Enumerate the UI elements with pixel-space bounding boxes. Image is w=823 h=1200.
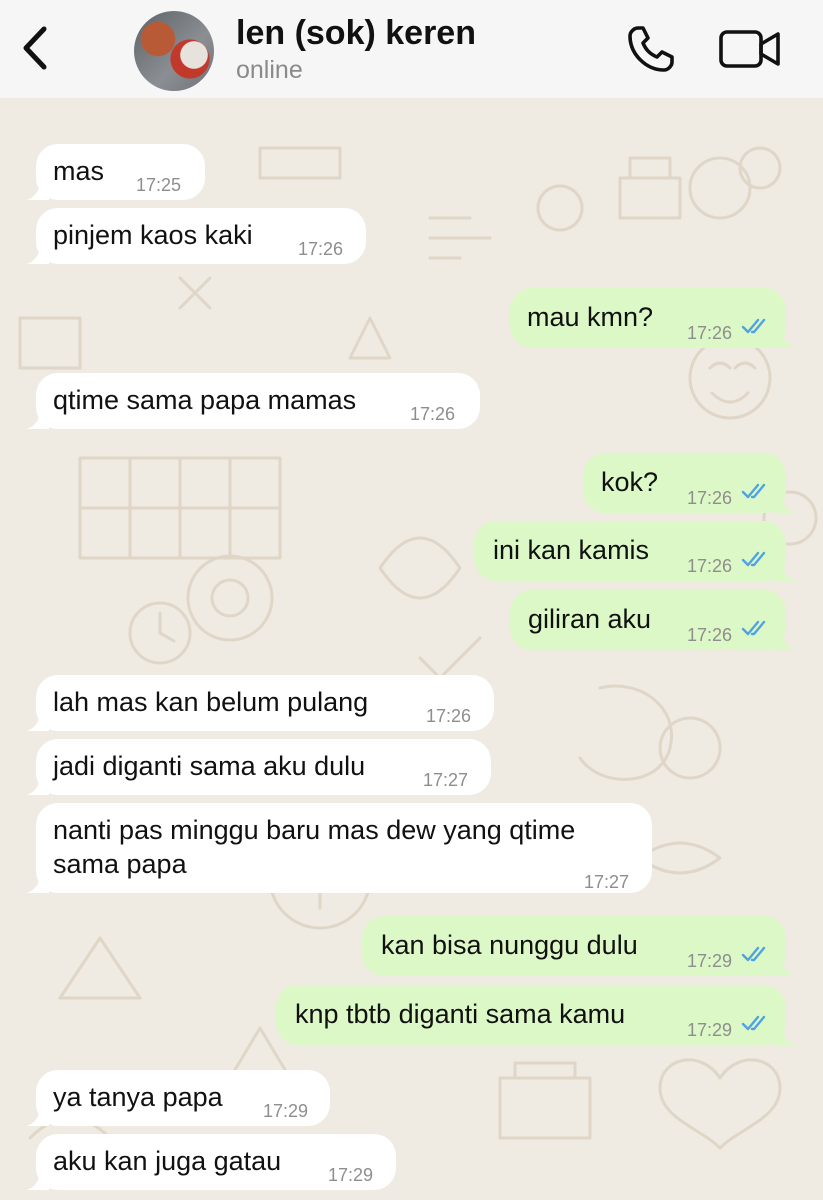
bubble-tail — [27, 1168, 49, 1190]
outgoing-message[interactable]: mau kmn? 17:26 — [510, 288, 795, 348]
chat-header: len (sok) keren online — [0, 0, 823, 98]
bubble-tail — [773, 628, 795, 650]
incoming-message[interactable]: mas 17:25 — [27, 144, 205, 200]
outgoing-message[interactable]: giliran aku 17:26 — [510, 590, 795, 650]
bubble-tail — [27, 1104, 49, 1126]
bubble-tail — [27, 407, 49, 429]
message-text: knp tbtb diganti sama kamu — [295, 999, 626, 1029]
contact-name[interactable]: len (sok) keren — [236, 14, 476, 53]
bubble-tail — [773, 559, 795, 581]
contact-status: online — [236, 56, 303, 84]
message-text: mas — [53, 156, 105, 186]
incoming-message[interactable]: lah mas kan belum pulang 17:26 — [27, 675, 494, 731]
read-receipt-icon — [741, 620, 766, 636]
read-receipt-icon — [741, 551, 766, 567]
read-receipt-icon — [741, 946, 766, 962]
message-time: 17:26 — [687, 488, 733, 508]
message-text: mau kmn? — [527, 302, 654, 332]
message-text: qtime sama papa mamas — [53, 385, 357, 415]
message-time: 17:26 — [298, 239, 344, 259]
message-time: 17:27 — [584, 872, 630, 892]
bubble-tail — [773, 326, 795, 348]
message-text: nanti pas minggu baru mas dew yang qtime… — [53, 815, 576, 879]
message-text: giliran aku — [528, 604, 652, 634]
message-text: pinjem kaos kaki — [53, 220, 253, 250]
message-text: jadi diganti sama aku dulu — [53, 751, 366, 781]
bubble-tail — [773, 1023, 795, 1045]
read-receipt-icon — [741, 318, 766, 334]
incoming-message[interactable]: jadi diganti sama aku dulu 17:27 — [27, 739, 491, 795]
message-time: 17:26 — [687, 323, 733, 343]
message-time: 17:26 — [687, 625, 733, 645]
message-time: 17:29 — [687, 1020, 733, 1040]
chat-area[interactable]: mas 17:25 pinjem kaos kaki 17:26 mau kmn… — [0, 98, 823, 1200]
read-receipt-icon — [741, 1015, 766, 1031]
video-camera-icon — [719, 30, 780, 68]
message-time: 17:29 — [687, 951, 733, 971]
message-text: aku kan juga gatau — [53, 1146, 282, 1176]
message-time: 17:26 — [426, 706, 472, 726]
message-time: 17:29 — [263, 1101, 309, 1121]
message-time: 17:27 — [423, 770, 469, 790]
back-button[interactable] — [10, 18, 60, 78]
bubble-tail — [27, 178, 49, 200]
incoming-message[interactable]: aku kan juga gatau 17:29 — [27, 1134, 396, 1190]
message-time: 17:25 — [136, 175, 182, 195]
incoming-message[interactable]: nanti pas minggu baru mas dew yang qtime… — [27, 803, 652, 893]
bubble-tail — [27, 242, 49, 264]
incoming-message[interactable]: ya tanya papa 17:29 — [27, 1070, 330, 1126]
message-time: 17:26 — [687, 556, 733, 576]
chevron-left-icon — [23, 26, 47, 70]
message-text: lah mas kan belum pulang — [53, 687, 369, 717]
message-text: kok? — [601, 467, 659, 497]
video-call-button[interactable] — [718, 24, 782, 74]
bubble-tail — [773, 491, 795, 513]
contact-avatar[interactable] — [134, 11, 214, 91]
incoming-message[interactable]: qtime sama papa mamas 17:26 — [27, 373, 480, 429]
message-text: ini kan kamis — [493, 535, 650, 565]
outgoing-message[interactable]: kan bisa nunggu dulu 17:29 — [362, 916, 795, 976]
outgoing-message[interactable]: ini kan kamis 17:26 — [474, 521, 795, 581]
message-time: 17:29 — [328, 1165, 374, 1185]
outgoing-message[interactable]: knp tbtb diganti sama kamu 17:29 — [276, 985, 795, 1045]
read-receipt-icon — [741, 483, 766, 499]
phone-icon — [628, 26, 674, 72]
message-text: ya tanya papa — [53, 1082, 223, 1112]
message-text: kan bisa nunggu dulu — [381, 930, 638, 960]
bubble-tail — [27, 871, 49, 893]
voice-call-button[interactable] — [624, 22, 678, 76]
incoming-message[interactable]: pinjem kaos kaki 17:26 — [27, 208, 366, 264]
bubble-tail — [27, 773, 49, 795]
outgoing-message[interactable]: kok? 17:26 — [583, 453, 795, 513]
message-time: 17:26 — [410, 404, 456, 424]
bubble-tail — [773, 954, 795, 976]
bubble-tail — [27, 709, 49, 731]
